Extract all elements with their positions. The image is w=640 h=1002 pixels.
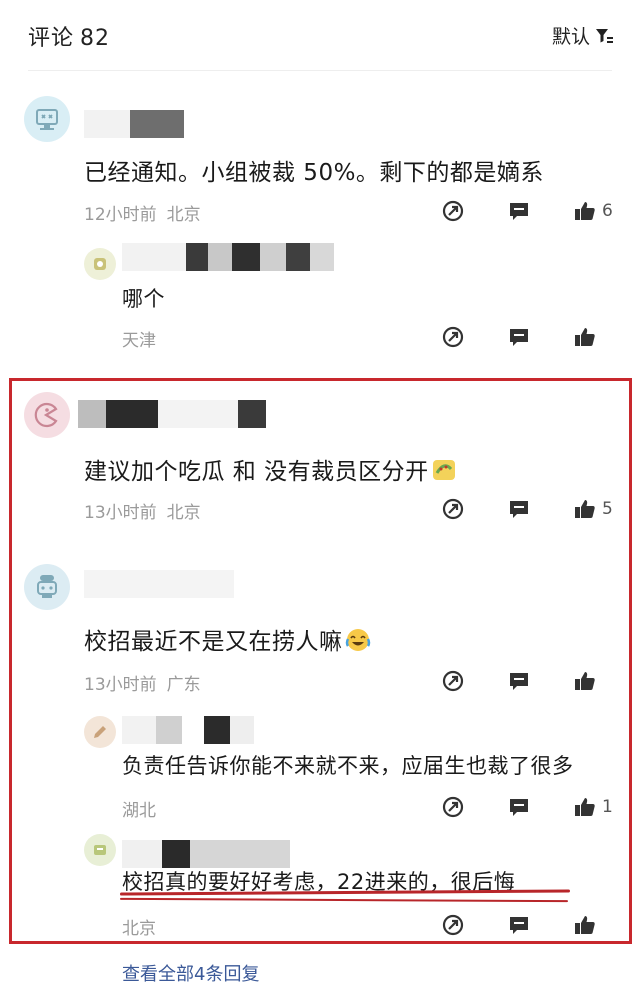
comment-icon [510,673,528,690]
share-icon [442,914,464,936]
share-button[interactable] [438,666,468,696]
reply-actions: 1 [438,792,614,822]
comment-location: 北京 [166,503,201,523]
thumbs-up-icon [575,798,595,816]
thumbs-up-icon [575,500,595,518]
share-button[interactable] [438,910,468,940]
comment-text: 校招最近不是又在捞人嘛 [84,622,371,656]
username-redacted [84,570,234,598]
comment-location: 广东 [166,675,201,695]
comment-icon [510,329,528,346]
reply-location: 湖北 [122,801,156,821]
comment-icon [510,203,528,220]
reply-location: 北京 [122,919,156,939]
comment-button[interactable] [504,910,534,940]
reply-text: 负责任告诉你能不来就不来，应届生也裁了很多 [122,754,574,778]
avatar[interactable] [24,96,70,142]
like-button[interactable] [570,494,600,524]
comment-time: 13小时前 [84,503,157,523]
pacman-avatar-icon [34,402,58,428]
share-icon [442,200,464,222]
comment-time: 12小时前 [84,205,157,225]
funnel-icon [596,28,613,43]
comment-text: 建议加个吃瓜 和 没有裁员区分开 [84,452,457,486]
reply-meta: 湖北 [122,796,156,821]
username-redacted [122,243,334,271]
laugh-cry-emoji [345,629,370,651]
comment-icon [510,917,528,934]
share-button[interactable] [438,792,468,822]
comment-button[interactable] [504,792,534,822]
thumbs-up-icon [575,328,595,346]
comment-button[interactable] [504,196,534,226]
comment-icon [510,501,528,518]
like-button[interactable] [570,792,600,822]
robot-avatar-icon [36,109,58,130]
share-icon [442,498,464,520]
comments-title-label: 评论 [28,26,75,51]
username-redacted [122,840,290,868]
reply-meta: 天津 [122,326,156,351]
avatar[interactable] [84,248,116,280]
username-redacted [78,400,266,428]
sort-button[interactable]: 默认 [552,22,614,49]
reply-actions [438,910,614,940]
comment-actions: 6 [438,196,614,226]
like-button[interactable] [570,910,600,940]
comment-location: 北京 [166,205,201,225]
share-button[interactable] [438,494,468,524]
comment-button[interactable] [504,666,534,696]
like-count: 5 [602,499,613,519]
like-count: 6 [602,201,613,221]
like-button[interactable] [570,666,600,696]
share-button[interactable] [438,322,468,352]
comment-text: 已经通知。小组被裁 50%。剩下的都是嫡系 [84,160,544,186]
header-divider [28,70,612,71]
robot-avatar-icon [37,575,57,598]
username-redacted [122,716,254,744]
share-button[interactable] [438,196,468,226]
avatar[interactable] [24,392,70,438]
thumbs-up-icon [575,672,595,690]
thumbs-up-icon [575,916,595,934]
comment-time: 13小时前 [84,675,157,695]
avatar[interactable] [84,716,116,748]
comment-button[interactable] [504,322,534,352]
share-icon [442,326,464,348]
comment-button[interactable] [504,494,534,524]
reply-location: 天津 [122,331,156,351]
comment-meta: 13小时前 广东 [84,670,201,695]
comment-meta: 13小时前 北京 [84,498,201,523]
comment-meta: 12小时前 北京 [84,200,201,225]
like-button[interactable] [570,322,600,352]
pencil-avatar-icon [94,726,106,738]
view-all-replies-link[interactable]: 查看全部4条回复 [122,960,259,986]
username-redacted [84,110,184,138]
thumbs-up-icon [575,202,595,220]
comments-count: 82 [80,26,111,51]
share-icon [442,670,464,692]
like-button[interactable] [570,196,600,226]
comments-title: 评论 82 [28,20,110,52]
reply-meta: 北京 [122,914,156,939]
avatar[interactable] [24,564,70,610]
avatar[interactable] [84,834,116,866]
melon-emoji [432,460,455,480]
share-icon [442,796,464,818]
comment-icon [510,799,528,816]
like-count: 1 [602,797,613,817]
camera-avatar-icon [94,258,106,270]
comment-actions: 5 [438,494,614,524]
comment-actions [438,666,614,696]
reply-actions [438,322,614,352]
box-avatar-icon [94,845,106,855]
sort-label: 默认 [551,26,590,48]
reply-text: 哪个 [122,287,165,311]
comments-header: 评论 82 默认 [0,0,640,70]
